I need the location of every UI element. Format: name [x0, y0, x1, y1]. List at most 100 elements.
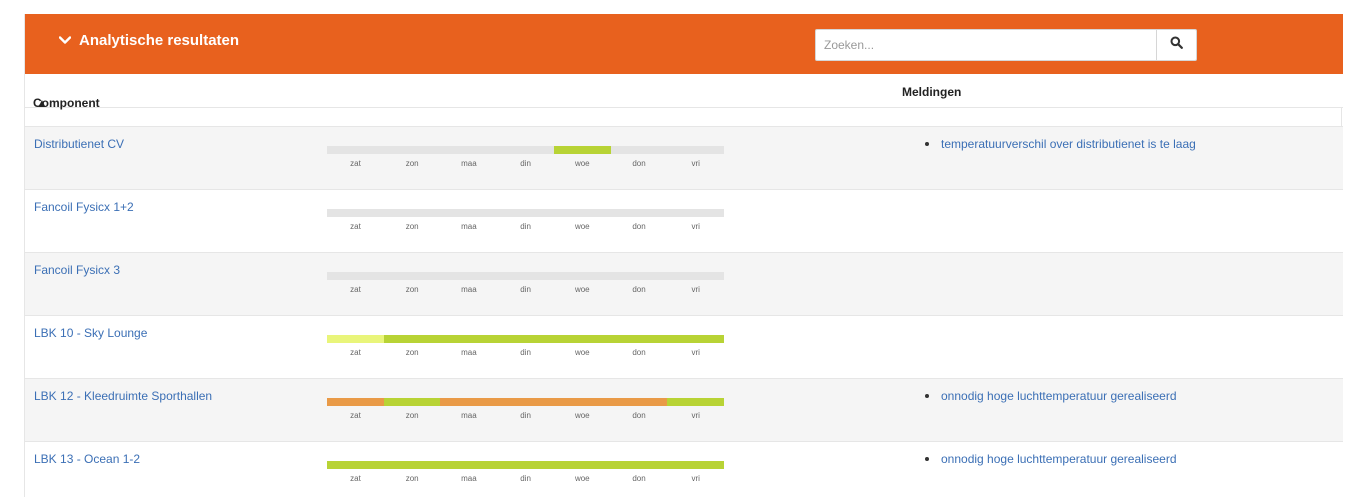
component-link[interactable]: Fancoil Fysicx 3	[34, 263, 120, 277]
status-bar	[327, 335, 725, 343]
status-bar	[327, 398, 725, 406]
day-label: don	[632, 411, 646, 420]
search-input[interactable]	[816, 30, 1156, 60]
table-header: Component ▲ Meldingen	[25, 74, 1343, 110]
day-label: zon	[405, 285, 419, 294]
results-table-body: Distributienet CV zat zon maa din woe don vri te…	[25, 126, 1343, 504]
table-row: Fancoil Fysicx 3 zat zon maa din woe don vri	[25, 252, 1343, 315]
day-status-segment	[440, 398, 498, 406]
day-status-segment	[667, 209, 725, 217]
week-status-timeline: zat zon maa din woe don vri	[327, 146, 725, 173]
day-status-segment	[497, 146, 554, 154]
day-status-segment	[383, 272, 441, 280]
day-status-segment	[553, 272, 611, 280]
day-label: zat	[350, 222, 361, 231]
day-status-segment	[553, 398, 611, 406]
panel-title: Analytische resultaten	[79, 32, 240, 49]
day-status-segment	[667, 461, 725, 469]
day-status-segment	[610, 146, 668, 154]
day-status-segment	[383, 146, 441, 154]
day-label: vri	[691, 348, 700, 357]
day-status-segment	[383, 398, 441, 406]
week-status-timeline: zat zon maa din woe don vri	[327, 335, 725, 362]
day-status-segment	[610, 398, 668, 406]
table-row: Distributienet CV zat zon maa din woe don vri te…	[25, 126, 1343, 189]
day-axis: zat zon maa din woe don vri	[327, 285, 724, 299]
table-row: LBK 13 - Ocean 1-2 zat zon maa din woe don vri o…	[25, 441, 1343, 504]
component-link[interactable]: LBK 12 - Kleedruimte Sporthallen	[34, 389, 212, 403]
component-link[interactable]: LBK 10 - Sky Lounge	[34, 326, 147, 340]
day-label: woe	[574, 348, 590, 357]
table-row: LBK 12 - Kleedruimte Sporthallen zat zon ma…	[25, 378, 1343, 441]
day-label: woe	[574, 474, 590, 483]
day-status-segment	[553, 335, 611, 343]
status-bar	[327, 272, 725, 280]
meldingen-list: temperatuurverschil over distributienet …	[923, 137, 1196, 151]
day-axis: zat zon maa din woe don vri	[327, 222, 724, 236]
day-label: don	[632, 474, 646, 483]
search-box	[815, 29, 1197, 61]
day-label: woe	[574, 285, 590, 294]
day-status-segment	[327, 146, 384, 154]
day-status-segment	[610, 209, 668, 217]
panel-collapse-toggle[interactable]: Analytische resultaten	[59, 32, 239, 49]
day-status-segment	[383, 335, 441, 343]
day-label: zon	[405, 159, 419, 168]
melding-link[interactable]: temperatuurverschil over distributienet …	[923, 137, 1196, 151]
sort-ascending-icon: ▲	[36, 96, 48, 110]
search-button[interactable]	[1156, 30, 1196, 60]
day-label: maa	[461, 474, 477, 483]
table-row: Fancoil Fysicx 1+2 zat zon maa din woe don vri	[25, 189, 1343, 252]
day-label: woe	[574, 411, 590, 420]
day-label: vri	[691, 411, 700, 420]
day-status-segment	[327, 335, 384, 343]
day-status-segment	[667, 272, 725, 280]
day-label: zon	[405, 222, 419, 231]
day-label: din	[520, 285, 531, 294]
day-status-segment	[327, 461, 384, 469]
day-label: zon	[405, 474, 419, 483]
day-status-segment	[327, 209, 384, 217]
day-status-segment	[327, 272, 384, 280]
search-icon	[1170, 36, 1183, 54]
component-link[interactable]: Fancoil Fysicx 1+2	[34, 200, 134, 214]
week-status-timeline: zat zon maa din woe don vri	[327, 209, 725, 236]
day-status-segment	[497, 272, 554, 280]
week-status-timeline: zat zon maa din woe don vri	[327, 272, 725, 299]
component-link[interactable]: LBK 13 - Ocean 1-2	[34, 452, 140, 466]
day-label: zat	[350, 474, 361, 483]
component-link[interactable]: Distributienet CV	[34, 137, 124, 151]
day-label: vri	[691, 285, 700, 294]
status-bar	[327, 461, 725, 469]
day-label: vri	[691, 222, 700, 231]
day-status-segment	[440, 272, 498, 280]
day-label: woe	[574, 222, 590, 231]
day-label: vri	[691, 474, 700, 483]
day-label: din	[520, 222, 531, 231]
day-status-segment	[327, 398, 384, 406]
melding-link[interactable]: onnodig hoge luchttemperatuur gerealisee…	[923, 452, 1177, 466]
column-header-meldingen: Meldingen	[902, 85, 962, 99]
day-status-segment	[610, 461, 668, 469]
day-status-segment	[553, 461, 611, 469]
day-label: zat	[350, 285, 361, 294]
day-status-segment	[440, 335, 498, 343]
day-label: din	[520, 348, 531, 357]
meldingen-list: onnodig hoge luchttemperatuur gerealisee…	[923, 389, 1177, 403]
day-label: don	[632, 159, 646, 168]
day-label: maa	[461, 222, 477, 231]
day-status-segment	[383, 209, 441, 217]
day-label: din	[520, 411, 531, 420]
day-status-segment	[610, 335, 668, 343]
day-label: don	[632, 222, 646, 231]
day-axis: zat zon maa din woe don vri	[327, 474, 724, 488]
week-status-timeline: zat zon maa din woe don vri	[327, 398, 725, 425]
day-label: zat	[350, 348, 361, 357]
analytics-panel: Analytische resultaten Component ▲ Meldi…	[24, 14, 1343, 504]
day-status-segment	[440, 209, 498, 217]
melding-link[interactable]: onnodig hoge luchttemperatuur gerealisee…	[923, 389, 1177, 403]
day-axis: zat zon maa din woe don vri	[327, 348, 724, 362]
day-status-segment	[383, 461, 441, 469]
day-label: din	[520, 474, 531, 483]
day-status-segment	[440, 146, 498, 154]
